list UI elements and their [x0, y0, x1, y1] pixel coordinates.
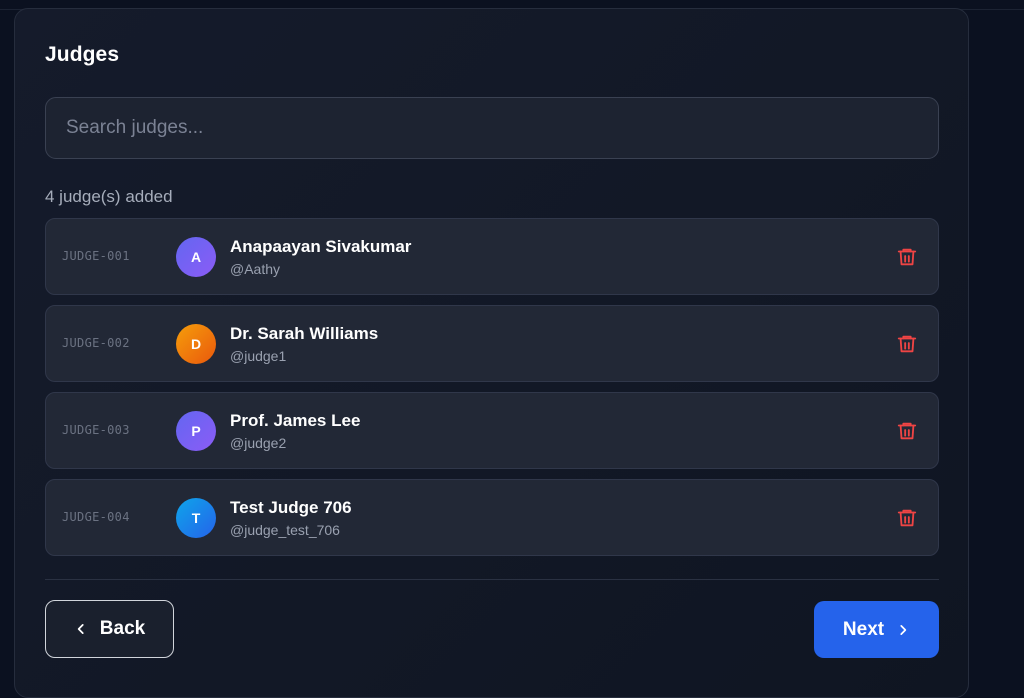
back-button-label: Back — [99, 618, 146, 639]
judge-row: JUDGE-002 D Dr. Sarah Williams @judge1 — [45, 305, 939, 382]
avatar: T — [176, 498, 216, 538]
judge-handle: @judge2 — [230, 435, 287, 451]
judge-handle: @judge1 — [230, 348, 287, 364]
trash-icon[interactable] — [896, 246, 918, 268]
avatar: D — [176, 324, 216, 364]
chevron-left-icon — [77, 624, 84, 634]
judge-id: JUDGE-004 — [62, 510, 130, 524]
judge-name: Prof. James Lee — [230, 411, 361, 430]
next-button-label: Next — [842, 618, 885, 640]
avatar: P — [176, 411, 216, 451]
judge-row: JUDGE-003 P Prof. James Lee @judge2 — [45, 392, 939, 469]
judge-row: JUDGE-001 A Anapaayan Sivakumar @Aathy — [45, 218, 939, 295]
judge-id: JUDGE-003 — [62, 423, 130, 437]
judge-id: JUDGE-001 — [62, 249, 130, 263]
search-input[interactable] — [45, 97, 939, 159]
panel-title: Judges — [45, 43, 120, 66]
trash-icon[interactable] — [896, 507, 918, 529]
judge-count: 4 judge(s) added — [45, 187, 173, 206]
judge-name: Anapaayan Sivakumar — [230, 237, 412, 256]
judge-id: JUDGE-002 — [62, 336, 130, 350]
judge-row: JUDGE-004 T Test Judge 706 @judge_test_7… — [45, 479, 939, 556]
divider — [45, 579, 939, 580]
judge-name: Dr. Sarah Williams — [230, 324, 379, 343]
judges-panel: Judges 4 judge(s) added JUDGE-001 A Anap… — [14, 8, 969, 698]
trash-icon[interactable] — [896, 333, 918, 355]
avatar: A — [176, 237, 216, 277]
next-button[interactable]: Next — [814, 601, 939, 658]
back-button[interactable]: Back — [45, 600, 174, 658]
chevron-right-icon — [900, 624, 907, 635]
trash-icon[interactable] — [896, 420, 918, 442]
judge-name: Test Judge 706 — [230, 498, 352, 517]
judge-handle: @judge_test_706 — [230, 522, 340, 538]
judge-list: JUDGE-001 A Anapaayan Sivakumar @Aathy J… — [45, 218, 939, 566]
judge-handle: @Aathy — [230, 261, 281, 277]
